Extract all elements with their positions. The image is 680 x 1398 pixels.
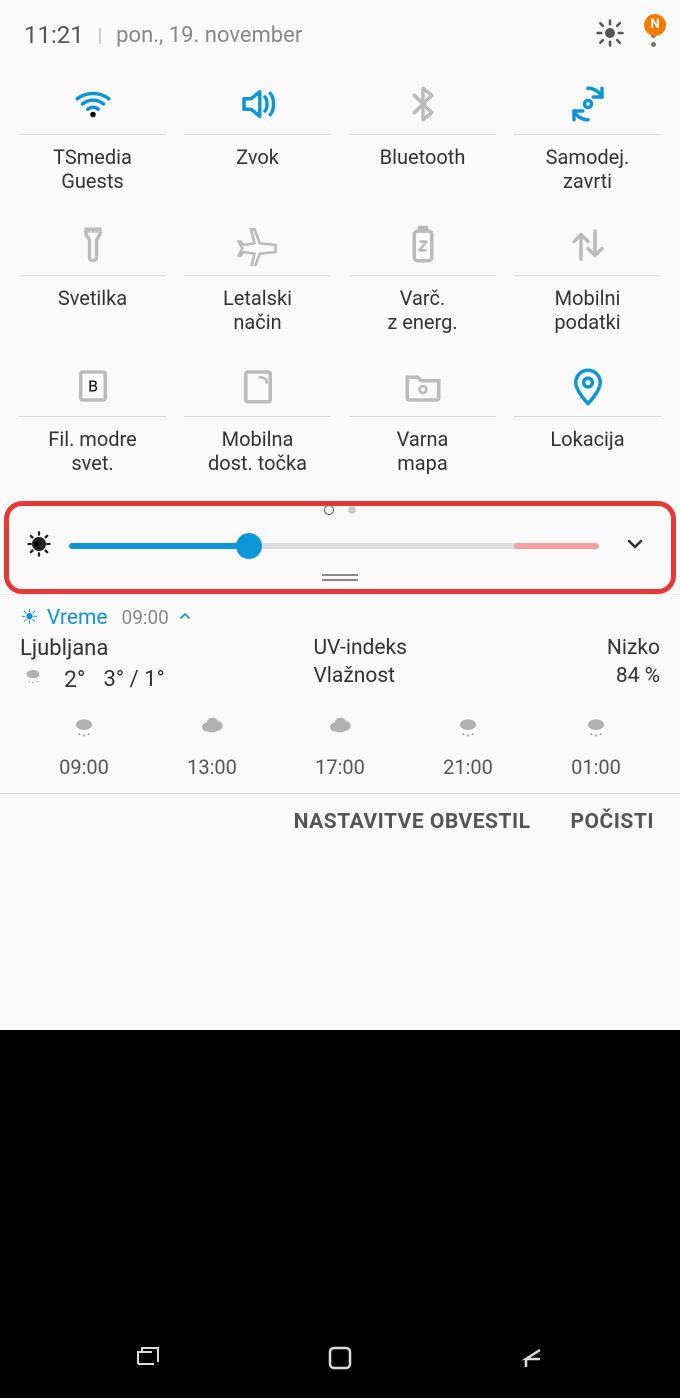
qs-label: TSmediaGuests <box>51 135 134 209</box>
qs-label: Fil. modresvet. <box>46 417 138 491</box>
forecast-col: 17:00 <box>276 713 404 779</box>
action-bar: NASTAVITVE OBVESTIL POČISTI <box>0 793 680 850</box>
forecast-time: 21:00 <box>443 755 493 779</box>
chevron-up-icon[interactable] <box>177 606 193 630</box>
weather-card[interactable]: ☀ Vreme 09:00 Ljubljana 2° 3° / 1° UV-in… <box>0 594 680 793</box>
forecast-time: 01:00 <box>571 755 621 779</box>
brightness-icon <box>25 530 53 562</box>
cloud-icon <box>195 713 229 745</box>
menu-icon[interactable]: N <box>651 24 656 47</box>
qs-label: Varč.z energ. <box>385 276 459 350</box>
forecast-time: 13:00 <box>187 755 237 779</box>
qs-label: Varnamapa <box>395 417 451 491</box>
qs-powersave[interactable]: Varč.z energ. <box>340 209 505 350</box>
qs-label: Svetilka <box>56 276 129 336</box>
qs-label: Bluetooth <box>378 135 468 195</box>
wifi-icon <box>14 74 171 134</box>
weather-current: 2° <box>64 666 86 693</box>
brightness-slider[interactable] <box>19 520 661 566</box>
humidity-value: 84 % <box>607 664 660 688</box>
qs-label: Zvok <box>234 135 281 195</box>
date: pon., 19. november <box>116 23 302 48</box>
folder-icon <box>344 356 501 416</box>
qs-label: Mobilnipodatki <box>552 276 622 350</box>
qs-location[interactable]: Lokacija <box>505 350 670 491</box>
forecast-col: 21:00 <box>404 713 532 779</box>
qs-bluefilter[interactable]: Fil. modresvet. <box>10 350 175 491</box>
uv-value: Nizko <box>607 636 660 660</box>
pin-icon <box>509 356 666 416</box>
qs-label: Mobilnadost. točka <box>206 417 309 491</box>
bfilter-icon <box>14 356 171 416</box>
forecast-time: 17:00 <box>315 755 365 779</box>
qs-flashlight[interactable]: Svetilka <box>10 209 175 350</box>
updown-icon <box>509 215 666 275</box>
qs-label: Samodej.zavrti <box>544 135 632 209</box>
forecast-col: 09:00 <box>20 713 148 779</box>
brightness-track[interactable] <box>69 543 599 549</box>
status-header: 11:21 | pon., 19. november N <box>0 0 680 60</box>
recents-button[interactable] <box>132 1344 162 1378</box>
weather-city: Ljubljana <box>20 636 313 661</box>
brightness-highlight <box>4 501 676 594</box>
uv-label: UV-indeks <box>313 636 606 660</box>
home-button[interactable] <box>326 1344 354 1378</box>
qs-securefolder[interactable]: Varnamapa <box>340 350 505 491</box>
qs-label: Letalskinačin <box>221 276 294 350</box>
bt-icon <box>344 74 501 134</box>
forecast-col: 13:00 <box>148 713 276 779</box>
weather-label: Vreme <box>47 606 108 630</box>
cloud-icon <box>20 665 46 693</box>
brightness-expand-icon[interactable] <box>615 532 655 560</box>
cloud-icon <box>451 713 485 745</box>
hotspot-icon <box>179 356 336 416</box>
clock: 11:21 <box>24 21 84 49</box>
qs-airplane[interactable]: Letalskinačin <box>175 209 340 350</box>
qs-autorotate[interactable]: Samodej.zavrti <box>505 68 670 209</box>
forecast-col: 01:00 <box>532 713 660 779</box>
cloud-icon <box>67 713 101 745</box>
panel-handle[interactable] <box>322 574 358 581</box>
quick-settings: TSmediaGuests Zvok Bluetooth Samodej.zavrti… <box>0 60 680 497</box>
weather-icon: ☀ <box>20 605 39 630</box>
background-area <box>0 1030 680 1398</box>
weather-highlow: 3° / 1° <box>104 667 165 692</box>
weather-time: 09:00 <box>122 606 169 629</box>
rotate-icon <box>509 74 666 134</box>
humidity-label: Vlažnost <box>313 664 606 688</box>
notification-settings-button[interactable]: NASTAVITVE OBVESTIL <box>294 810 531 834</box>
cloud-icon <box>579 713 613 745</box>
menu-badge: N <box>644 14 666 36</box>
qs-wifi[interactable]: TSmediaGuests <box>10 68 175 209</box>
forecast-time: 09:00 <box>59 755 109 779</box>
plane-icon <box>179 215 336 275</box>
navigation-bar <box>0 1344 680 1378</box>
cloud-icon <box>323 713 357 745</box>
qs-bluetooth[interactable]: Bluetooth <box>340 68 505 209</box>
qs-sound[interactable]: Zvok <box>175 68 340 209</box>
qs-hotspot[interactable]: Mobilnadost. točka <box>175 350 340 491</box>
settings-icon[interactable] <box>595 18 625 52</box>
back-button[interactable] <box>518 1344 548 1378</box>
qs-label: Lokacija <box>548 417 626 477</box>
sound-icon <box>179 74 336 134</box>
torch-icon <box>14 215 171 275</box>
battery-icon <box>344 215 501 275</box>
clear-button[interactable]: POČISTI <box>571 810 654 834</box>
qs-mobiledata[interactable]: Mobilnipodatki <box>505 209 670 350</box>
